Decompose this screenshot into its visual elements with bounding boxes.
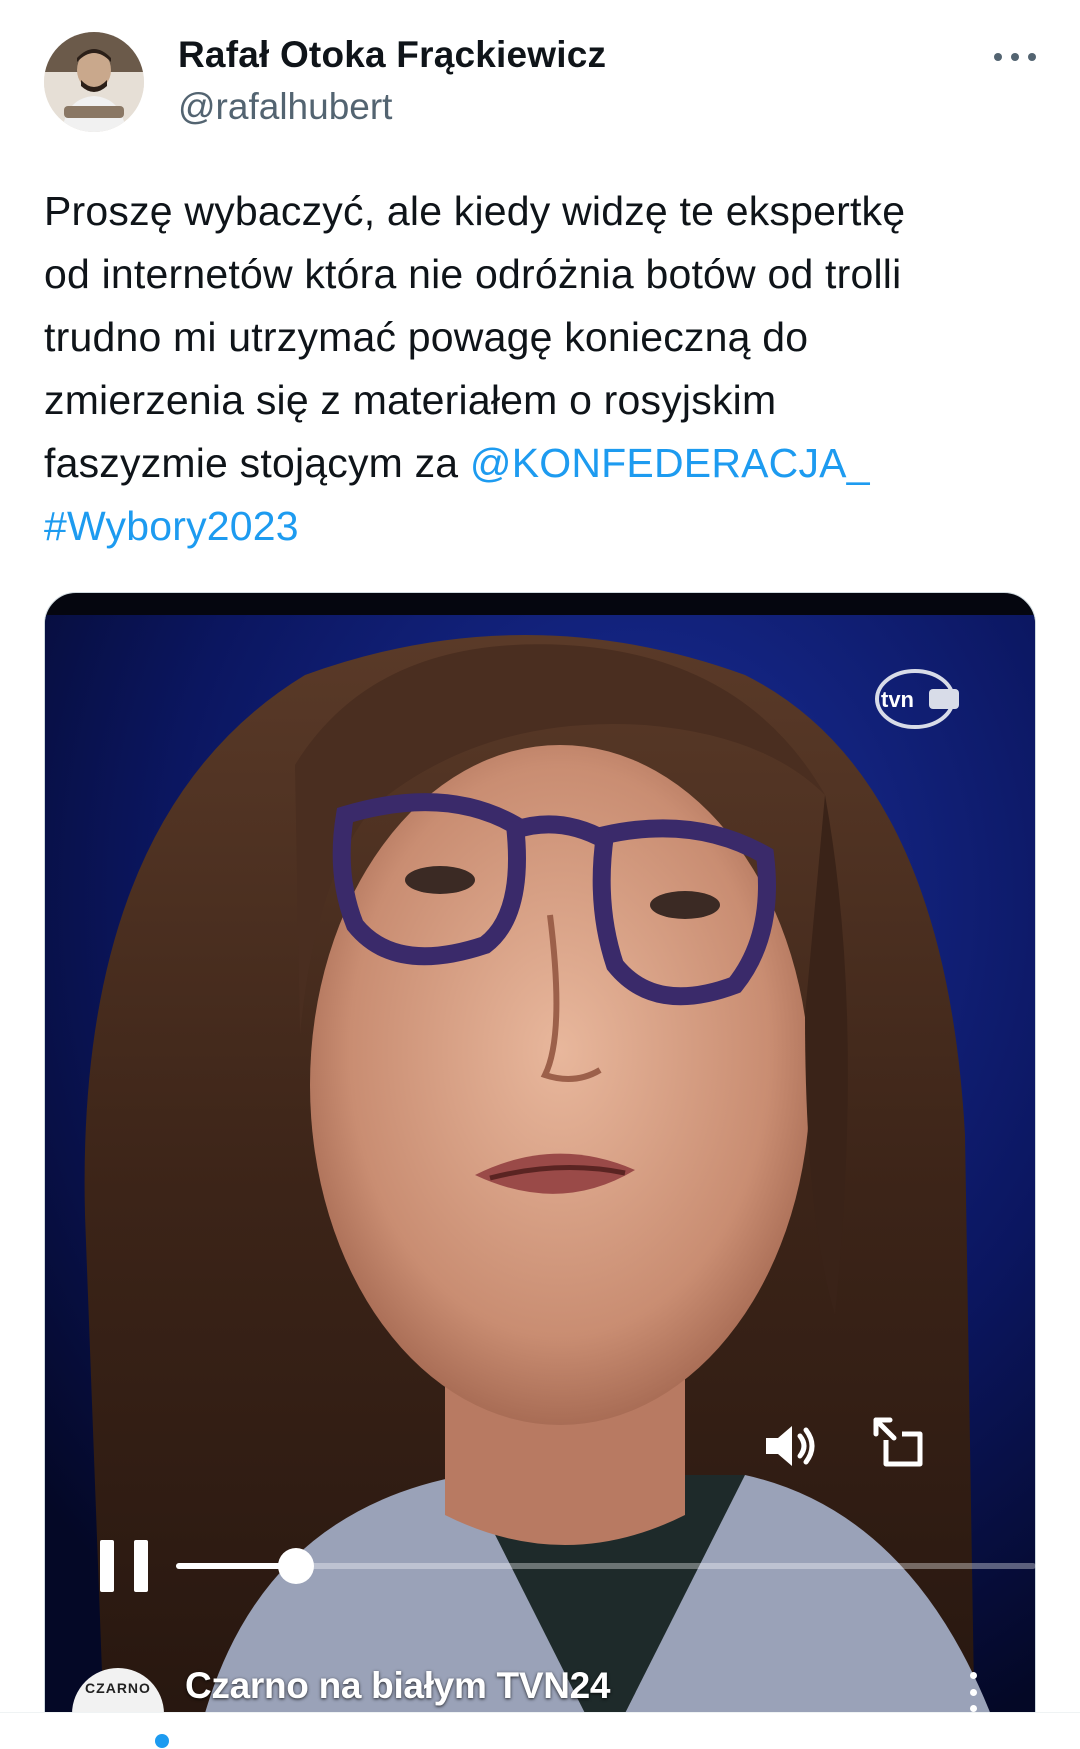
video-title[interactable]: Czarno na białym TVN24 bbox=[185, 1665, 610, 1707]
tweet-line: zmierzenia się z materiałem o rosyjskim bbox=[44, 377, 777, 423]
video-player[interactable]: tvn bbox=[44, 592, 1036, 1749]
page-indicator-dot bbox=[155, 1734, 169, 1748]
dot bbox=[1028, 53, 1036, 61]
more-vertical-icon[interactable] bbox=[966, 1672, 980, 1712]
tweet-line-with-mention: faszyzmie stojącym za @KONFEDERACJA_ bbox=[44, 432, 1044, 495]
tweet-text: Proszę wybaczyć, ale kiedy widzę te eksp… bbox=[44, 180, 1044, 558]
channel-badge-text: CZARNO bbox=[85, 1680, 151, 1696]
dot bbox=[1011, 53, 1019, 61]
tweet-line: od internetów która nie odróżnia botów o… bbox=[44, 251, 902, 297]
progress-track[interactable] bbox=[176, 1548, 1036, 1584]
pause-icon[interactable] bbox=[100, 1540, 148, 1592]
tweet-page: Rafał Otoka Frąckiewicz @rafalhubert Pro… bbox=[0, 0, 1080, 1749]
pause-bar bbox=[134, 1540, 148, 1592]
tweet-line: faszyzmie stojącym za bbox=[44, 440, 470, 486]
logo-text: tvn bbox=[881, 687, 914, 712]
tweet-line: trudno mi utrzymać powagę konieczną do bbox=[44, 314, 809, 360]
author-avatar[interactable] bbox=[44, 32, 144, 132]
pause-bar bbox=[100, 1540, 114, 1592]
more-horizontal-icon[interactable] bbox=[994, 42, 1036, 72]
avatar-image bbox=[44, 32, 144, 132]
dot bbox=[969, 1672, 977, 1679]
tweet-line-hashtag: #Wybory2023 bbox=[44, 495, 1044, 558]
author-handle[interactable]: @rafalhubert bbox=[178, 86, 392, 128]
expand-icon[interactable] bbox=[868, 1414, 926, 1472]
author-name[interactable]: Rafał Otoka Frąckiewicz bbox=[178, 34, 606, 76]
mention-link[interactable]: @KONFEDERACJA_ bbox=[470, 440, 870, 486]
dot bbox=[994, 53, 1002, 61]
tvn24-logo: tvn bbox=[875, 669, 959, 729]
dot bbox=[969, 1688, 977, 1696]
video-frame bbox=[45, 615, 1035, 1749]
hashtag-link[interactable]: #Wybory2023 bbox=[44, 503, 299, 549]
dot bbox=[969, 1705, 977, 1712]
tweet-line: Proszę wybaczyć, ale kiedy widzę te eksp… bbox=[44, 188, 906, 234]
volume-icon[interactable] bbox=[762, 1420, 820, 1472]
